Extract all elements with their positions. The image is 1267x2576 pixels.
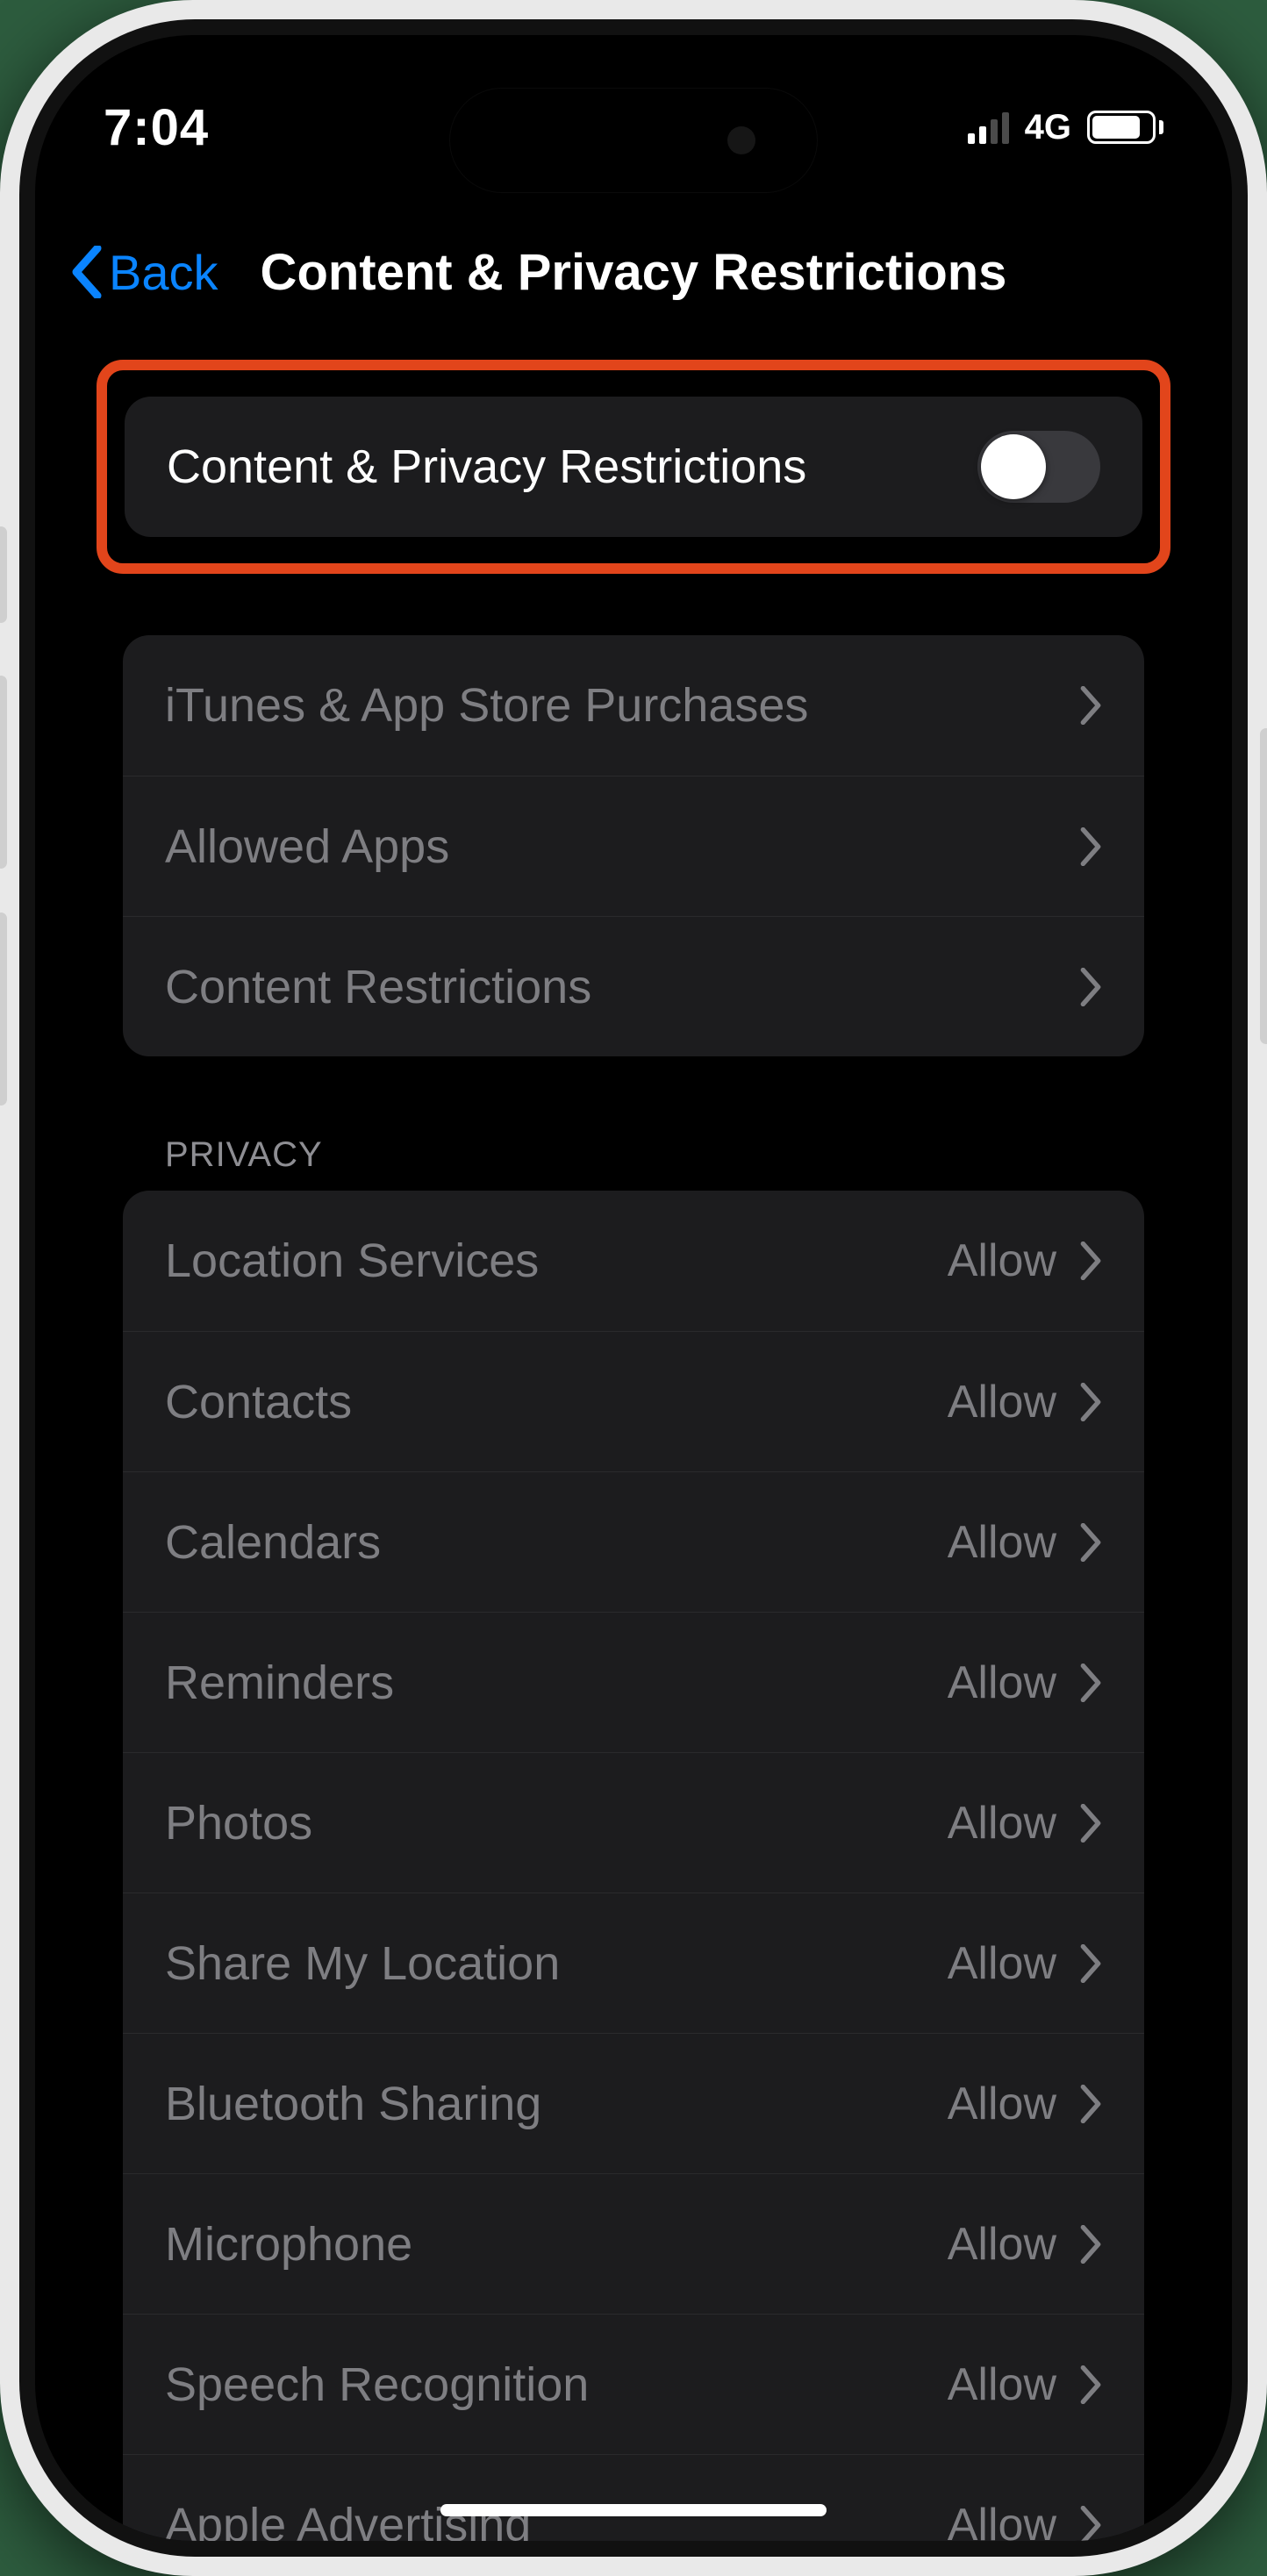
battery-icon (1087, 111, 1163, 144)
content-privacy-toggle[interactable] (977, 431, 1100, 503)
chevron-right-icon (1079, 1944, 1102, 1983)
dynamic-island (449, 88, 818, 193)
status-time: 7:04 (104, 98, 209, 157)
row-label: iTunes & App Store Purchases (165, 678, 1056, 733)
screen: 7:04 4G Back (35, 35, 1232, 2541)
content-restrictions-row[interactable]: Content Restrictions (123, 916, 1144, 1056)
row-label: Reminders (165, 1656, 925, 1710)
chevron-right-icon (1079, 686, 1102, 725)
network-label: 4G (1025, 108, 1071, 147)
side-button (1260, 728, 1267, 1044)
row-value: Allow (948, 2358, 1056, 2411)
row-value: Allow (948, 2499, 1056, 2542)
page-title: Content & Privacy Restrictions (261, 243, 1007, 302)
chevron-right-icon (1079, 1664, 1102, 1702)
chevron-right-icon (1079, 1383, 1102, 1421)
row-label: Speech Recognition (165, 2358, 925, 2412)
photos-row[interactable]: Photos Allow (123, 1752, 1144, 1893)
row-value: Allow (948, 1657, 1056, 1709)
chevron-right-icon (1079, 1804, 1102, 1843)
row-label: Microphone (165, 2217, 925, 2272)
toggle-label: Content & Privacy Restrictions (167, 440, 955, 494)
row-value: Allow (948, 1937, 1056, 1990)
settings-group: iTunes & App Store Purchases Allowed App… (123, 635, 1144, 1056)
chevron-right-icon (1079, 2506, 1102, 2542)
chevron-left-icon (70, 246, 104, 298)
row-value: Allow (948, 1516, 1056, 1569)
chevron-right-icon (1079, 827, 1102, 866)
back-label: Back (109, 244, 218, 301)
row-label: Calendars (165, 1515, 925, 1570)
reminders-row[interactable]: Reminders Allow (123, 1612, 1144, 1752)
itunes-appstore-row[interactable]: iTunes & App Store Purchases (123, 635, 1144, 776)
row-label: Photos (165, 1796, 925, 1850)
content: Content & Privacy Restrictions iTunes & … (35, 325, 1232, 2541)
cellular-signal-icon (968, 111, 1009, 144)
location-services-row[interactable]: Location Services Allow (123, 1191, 1144, 1331)
row-value: Allow (948, 1234, 1056, 1287)
row-label: Content Restrictions (165, 960, 1056, 1014)
chevron-right-icon (1079, 1523, 1102, 1562)
row-value: Allow (948, 1797, 1056, 1850)
apple-advertising-row[interactable]: Apple Advertising Allow (123, 2454, 1144, 2541)
phone-frame: 7:04 4G Back (0, 0, 1267, 2576)
home-indicator[interactable] (440, 2504, 827, 2516)
row-value: Allow (948, 1376, 1056, 1428)
chevron-right-icon (1079, 2225, 1102, 2264)
row-label: Contacts (165, 1375, 925, 1429)
side-button (0, 676, 7, 869)
chevron-right-icon (1079, 968, 1102, 1006)
side-button (0, 912, 7, 1106)
side-button (0, 526, 7, 623)
privacy-section-header: Privacy (123, 1135, 1144, 1175)
highlight-annotation: Content & Privacy Restrictions (97, 360, 1170, 574)
chevron-right-icon (1079, 2085, 1102, 2123)
row-label: Allowed Apps (165, 819, 1056, 874)
row-label: Location Services (165, 1234, 925, 1288)
chevron-right-icon (1079, 1241, 1102, 1280)
row-value: Allow (948, 2078, 1056, 2130)
back-button[interactable]: Back (70, 244, 218, 301)
content-privacy-toggle-row[interactable]: Content & Privacy Restrictions (125, 397, 1142, 537)
microphone-row[interactable]: Microphone Allow (123, 2173, 1144, 2314)
allowed-apps-row[interactable]: Allowed Apps (123, 776, 1144, 916)
row-label: Share My Location (165, 1936, 925, 1991)
chevron-right-icon (1079, 2365, 1102, 2404)
navigation-bar: Back Content & Privacy Restrictions (35, 219, 1232, 325)
row-label: Bluetooth Sharing (165, 2077, 925, 2131)
share-my-location-row[interactable]: Share My Location Allow (123, 1893, 1144, 2033)
bluetooth-sharing-row[interactable]: Bluetooth Sharing Allow (123, 2033, 1144, 2173)
row-value: Allow (948, 2218, 1056, 2271)
calendars-row[interactable]: Calendars Allow (123, 1471, 1144, 1612)
privacy-group: Location Services Allow Contacts Allow C… (123, 1191, 1144, 2541)
contacts-row[interactable]: Contacts Allow (123, 1331, 1144, 1471)
speech-recognition-row[interactable]: Speech Recognition Allow (123, 2314, 1144, 2454)
